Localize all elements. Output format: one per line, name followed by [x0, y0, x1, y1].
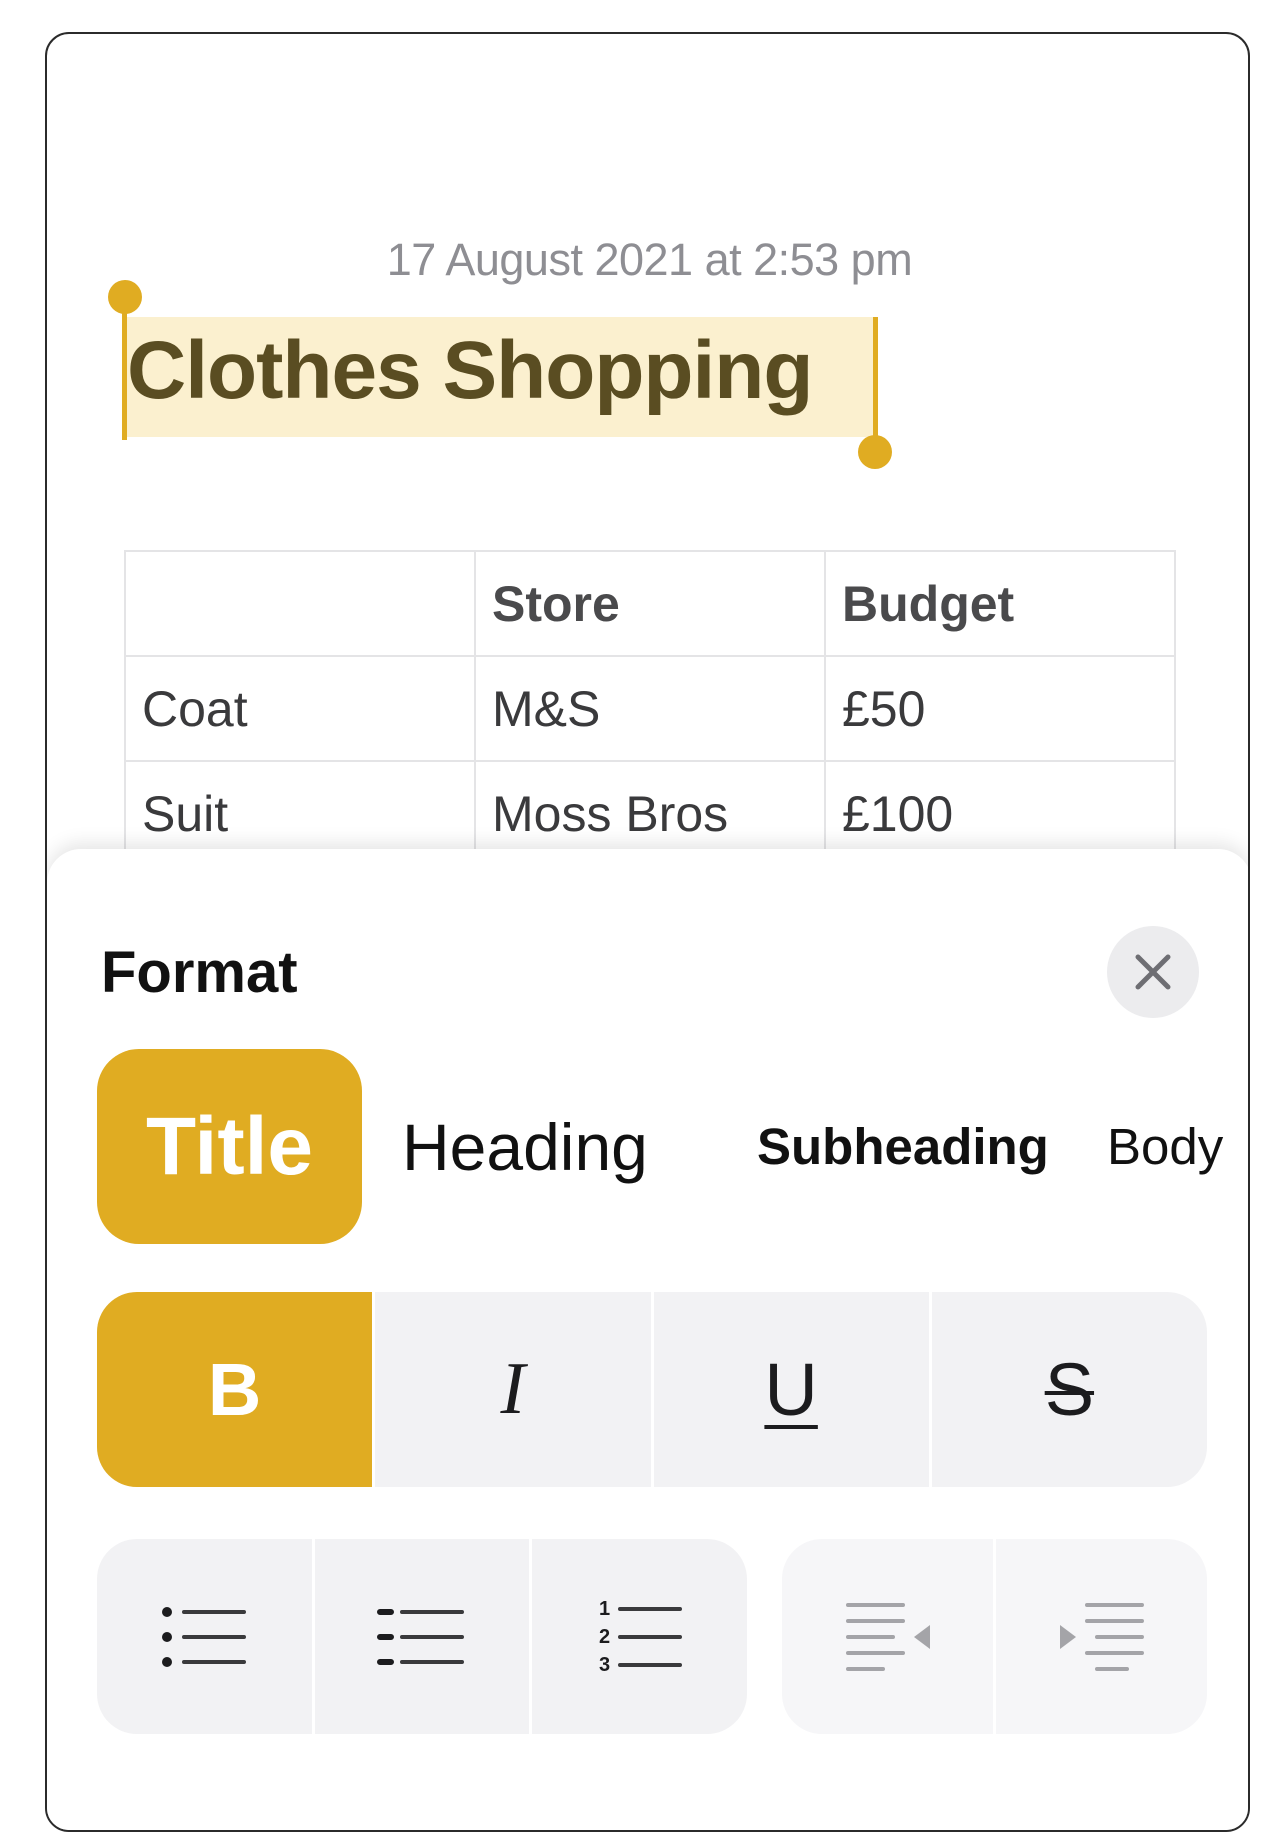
italic-button[interactable]: I: [375, 1292, 654, 1487]
shopping-table[interactable]: Store Budget Coat M&S £50 Suit Moss Bros…: [124, 550, 1176, 867]
underline-button[interactable]: U: [654, 1292, 932, 1487]
table-cell[interactable]: Coat: [124, 655, 476, 762]
selection-end-handle[interactable]: [858, 435, 892, 469]
format-sheet-title: Format: [101, 940, 298, 1005]
dashed-list-icon: [377, 1608, 464, 1665]
note-title[interactable]: Clothes Shopping: [127, 324, 813, 418]
table-header-cell[interactable]: [124, 550, 476, 657]
selection-start-handle[interactable]: [108, 280, 142, 314]
italic-glyph: I: [500, 1348, 526, 1430]
decrease-indent-button[interactable]: [782, 1539, 996, 1734]
strikethrough-button[interactable]: S: [932, 1292, 1207, 1487]
table-header-row: Store Budget: [124, 550, 1176, 657]
numbered-list-digit: 1: [599, 1598, 610, 1620]
bulleted-list-icon: [162, 1606, 247, 1667]
table-cell[interactable]: M&S: [474, 655, 826, 762]
bulleted-list-button[interactable]: [97, 1539, 315, 1734]
style-body-button[interactable]: Body: [1107, 1049, 1223, 1244]
paragraph-style-picker: Title Heading Subheading Body: [97, 1049, 1248, 1244]
numbered-list-icon: 1 2 3: [599, 1598, 682, 1676]
numbered-list-digit: 3: [599, 1654, 610, 1676]
table-header-cell[interactable]: Budget: [824, 550, 1176, 657]
numbered-list-button[interactable]: 1 2 3: [532, 1539, 747, 1734]
style-heading-button[interactable]: Heading: [402, 1049, 648, 1244]
increase-indent-button[interactable]: [996, 1539, 1207, 1734]
style-subheading-button[interactable]: Subheading: [757, 1049, 1049, 1244]
close-icon: [1135, 954, 1171, 990]
underline-glyph: U: [764, 1348, 818, 1431]
text-style-segmented-control: B I U S: [97, 1292, 1207, 1487]
bold-button[interactable]: B: [97, 1292, 376, 1487]
selection-start-line: [122, 292, 127, 440]
decrease-indent-icon: [845, 1602, 930, 1671]
style-title-button[interactable]: Title: [97, 1049, 362, 1244]
list-style-control: 1 2 3: [97, 1539, 747, 1734]
format-sheet: Format Title Heading Subheading Body B I…: [47, 849, 1248, 1830]
strikethrough-glyph: S: [1044, 1348, 1095, 1431]
dashed-list-button[interactable]: [315, 1539, 533, 1734]
indent-control: [782, 1539, 1207, 1734]
note-timestamp: 17 August 2021 at 2:53 pm: [386, 234, 913, 285]
phone-screen: 17 August 2021 at 2:53 pm Clothes Shoppi…: [45, 32, 1250, 1832]
table-row: Coat M&S £50: [124, 655, 1176, 762]
numbered-list-digit: 2: [599, 1626, 610, 1648]
table-header-cell[interactable]: Store: [474, 550, 826, 657]
increase-indent-icon: [1059, 1602, 1144, 1671]
close-button[interactable]: [1107, 926, 1199, 1018]
table-cell[interactable]: £50: [824, 655, 1176, 762]
